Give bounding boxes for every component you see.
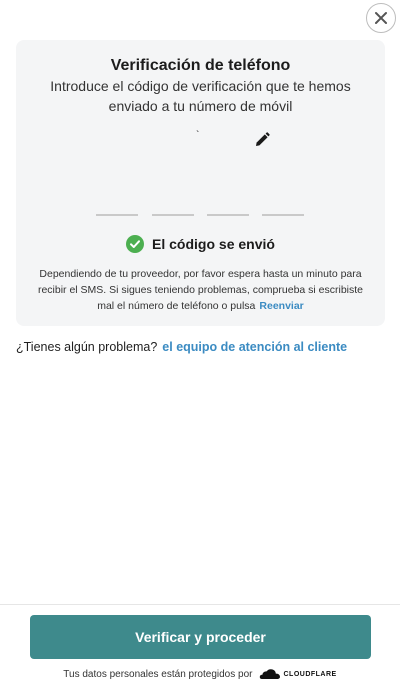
cloudflare-logo: CLOUDFLARE (259, 668, 336, 680)
help-text-body: Dependiendo de tu proveedor, por favor e… (37, 268, 364, 312)
phone-number: ` (196, 130, 200, 141)
code-digit-input-1[interactable] (96, 200, 138, 216)
dialog-subtitle: Introduce el código de verificación que … (50, 78, 351, 114)
sms-help-text: Dependiendo de tu proveedor, por favor e… (30, 266, 371, 314)
verify-and-proceed-button[interactable]: Verificar y proceder (30, 615, 371, 659)
phone-number-row: ` (16, 130, 385, 154)
resend-link[interactable]: Reenviar (259, 300, 303, 312)
code-sent-status: El código se envió (16, 234, 385, 254)
status-text: El código se envió (152, 236, 275, 252)
close-icon (375, 12, 387, 24)
dialog-title: Verificación de teléfono (110, 57, 291, 74)
verification-code-fields (96, 200, 305, 216)
phone-verification-page: Verificación de teléfono Introduce el có… (0, 0, 400, 700)
customer-support-link[interactable]: el equipo de atención al cliente (162, 340, 347, 354)
cloudflare-wordmark: CLOUDFLARE (283, 670, 337, 678)
close-button[interactable] (366, 3, 396, 33)
verification-card: Verificación de teléfono Introduce el có… (16, 40, 385, 326)
footer-divider (0, 604, 400, 605)
privacy-note: Tus datos personales están protegidos po… (0, 666, 400, 682)
code-digit-input-3[interactable] (207, 200, 249, 216)
edit-phone-button[interactable] (253, 131, 271, 149)
pencil-icon (256, 132, 270, 146)
code-digit-input-4[interactable] (262, 200, 304, 216)
support-row: ¿Tienes algún problema? el equipo de aten… (16, 340, 347, 354)
privacy-note-text: Tus datos personales están protegidos po… (63, 668, 253, 680)
support-question: ¿Tienes algún problema? (16, 340, 158, 354)
code-digit-input-2[interactable] (152, 200, 194, 216)
cloudflare-cloud-icon (260, 669, 281, 679)
check-circle-icon (126, 235, 145, 253)
